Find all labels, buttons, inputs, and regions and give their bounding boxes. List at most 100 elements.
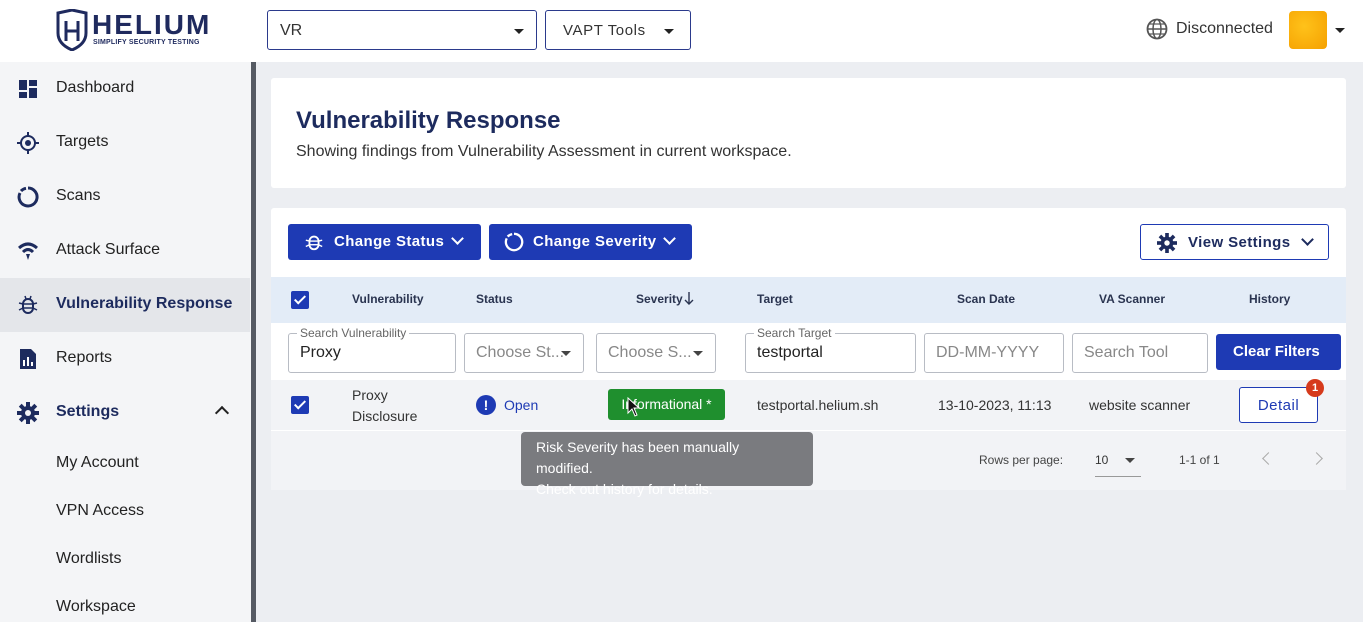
scans-icon bbox=[17, 186, 39, 208]
caret-down-icon bbox=[561, 351, 571, 356]
field-label: Search Target bbox=[754, 326, 835, 340]
page-subtitle: Showing findings from Vulnerability Asse… bbox=[296, 143, 792, 160]
sidebar-item-label: Vulnerability Response bbox=[56, 295, 233, 312]
field-value: testportal bbox=[757, 344, 823, 361]
dashboard-icon bbox=[19, 80, 37, 98]
sidebar-item-label: Wordlists bbox=[56, 550, 122, 567]
rows-per-page-select[interactable]: 10 bbox=[1095, 445, 1141, 477]
vapt-tools-label: VAPT Tools bbox=[563, 22, 646, 39]
change-status-button[interactable]: Change Status bbox=[288, 224, 481, 260]
severity-tooltip: Risk Severity has been manually modified… bbox=[521, 432, 813, 497]
vapt-tools-menu[interactable]: VAPT Tools bbox=[545, 10, 691, 50]
search-tool-field[interactable]: Search Tool bbox=[1072, 333, 1208, 373]
shield-logo-icon bbox=[56, 9, 88, 51]
sort-descending-icon[interactable] bbox=[684, 292, 694, 305]
column-header-scan-date[interactable]: Scan Date bbox=[957, 292, 1015, 306]
reports-icon bbox=[20, 349, 36, 369]
change-severity-button[interactable]: Change Severity bbox=[489, 224, 692, 260]
sidebar-subitem-vpn-access[interactable]: VPN Access bbox=[0, 488, 250, 536]
rows-per-page-label: Rows per page: bbox=[979, 453, 1064, 467]
severity-badge[interactable]: Informational * bbox=[608, 389, 725, 420]
next-page-icon[interactable] bbox=[1310, 452, 1323, 465]
column-header-target[interactable]: Target bbox=[757, 292, 793, 306]
search-target-field[interactable]: Search Target testportal bbox=[745, 326, 916, 373]
status-filter-select[interactable]: Choose St... bbox=[464, 333, 584, 373]
caret-down-icon bbox=[514, 29, 524, 34]
scan-date-value: 13-10-2023, 11:13 bbox=[938, 397, 1052, 413]
clear-filters-button[interactable]: Clear Filters bbox=[1216, 334, 1341, 370]
select-all-checkbox[interactable] bbox=[291, 291, 309, 309]
sidebar-item-scans[interactable]: Scans bbox=[0, 170, 250, 224]
chevron-down-icon bbox=[1301, 233, 1314, 246]
connection-label: Disconnected bbox=[1176, 20, 1273, 37]
row-checkbox[interactable] bbox=[291, 396, 309, 414]
sidebar-item-label: Settings bbox=[56, 403, 120, 420]
detail-button[interactable]: Detail bbox=[1239, 387, 1318, 423]
severity-filter-select[interactable]: Choose S... bbox=[596, 333, 716, 373]
rows-per-page-value: 10 bbox=[1095, 453, 1109, 467]
chevron-down-icon bbox=[451, 232, 464, 245]
field-placeholder: Search Tool bbox=[1084, 344, 1169, 361]
column-header-va-scanner[interactable]: VA Scanner bbox=[1099, 292, 1165, 306]
column-header-vulnerability[interactable]: Vulnerability bbox=[352, 292, 424, 306]
sidebar-item-settings[interactable]: Settings bbox=[0, 386, 250, 440]
gear-icon bbox=[1157, 233, 1177, 253]
sidebar-item-label: Reports bbox=[56, 349, 113, 366]
status-value[interactable]: Open bbox=[504, 397, 538, 413]
top-bar: HELIUM SIMPLIFY SECURITY TESTING VR VAPT… bbox=[0, 0, 1363, 62]
sidebar-subitem-wordlists[interactable]: Wordlists bbox=[0, 536, 250, 584]
user-avatar[interactable] bbox=[1289, 11, 1327, 49]
sidebar-item-label: Targets bbox=[56, 133, 109, 150]
field-label: Search Vulnerability bbox=[297, 326, 410, 340]
caret-down-icon bbox=[664, 29, 674, 34]
workspace-select[interactable]: VR bbox=[267, 10, 537, 50]
scan-date-field[interactable]: DD-MM-YYYY bbox=[924, 333, 1064, 373]
sidebar-item-vulnerability-response[interactable]: Vulnerability Response bbox=[0, 278, 250, 332]
helium-logo[interactable]: HELIUM SIMPLIFY SECURITY TESTING bbox=[56, 9, 221, 53]
sidebar-item-targets[interactable]: Targets bbox=[0, 116, 250, 170]
field-placeholder: Choose S... bbox=[608, 344, 692, 361]
history-count-badge: 1 bbox=[1306, 379, 1324, 397]
workspace-value: VR bbox=[280, 22, 303, 39]
field-placeholder: Choose St... bbox=[476, 344, 565, 361]
account-menu-caret-icon[interactable] bbox=[1335, 28, 1345, 33]
scanner-value: website scanner bbox=[1089, 397, 1191, 413]
page-header-card: Vulnerability Response Showing findings … bbox=[271, 78, 1346, 188]
field-value: Proxy bbox=[300, 344, 341, 361]
tooltip-line: Risk Severity has been manually modified… bbox=[536, 439, 740, 476]
globe-icon bbox=[1146, 18, 1168, 40]
vulnerability-name[interactable]: Proxy Disclosure bbox=[352, 385, 432, 427]
change-status-label: Change Status bbox=[334, 233, 445, 250]
column-header-status[interactable]: Status bbox=[476, 292, 513, 306]
chevron-up-icon[interactable] bbox=[214, 405, 230, 421]
caret-down-icon bbox=[1125, 458, 1135, 463]
sidebar-item-label: Workspace bbox=[56, 598, 136, 615]
table-header: Vulnerability Status Severity Target Sca… bbox=[271, 277, 1346, 323]
sidebar-item-label: My Account bbox=[56, 454, 139, 471]
pagination-range: 1-1 of 1 bbox=[1179, 453, 1220, 467]
target-icon bbox=[17, 132, 39, 154]
alert-icon: ! bbox=[476, 395, 496, 415]
attack-surface-icon bbox=[18, 242, 38, 260]
field-placeholder: DD-MM-YYYY bbox=[936, 344, 1040, 361]
view-settings-button[interactable]: View Settings bbox=[1140, 224, 1329, 260]
sidebar-scrollbar[interactable] bbox=[251, 62, 256, 622]
sidebar-subitem-my-account[interactable]: My Account bbox=[0, 440, 250, 488]
detail-label: Detail bbox=[1257, 397, 1300, 414]
chevron-down-icon bbox=[663, 232, 676, 245]
sidebar-item-label: Attack Surface bbox=[56, 241, 161, 258]
sidebar-subitem-workspace[interactable]: Workspace bbox=[0, 584, 250, 622]
sidebar-item-label: Scans bbox=[56, 187, 101, 204]
column-header-severity[interactable]: Severity bbox=[636, 292, 683, 306]
previous-page-icon[interactable] bbox=[1262, 452, 1275, 465]
sidebar-item-reports[interactable]: Reports bbox=[0, 332, 250, 386]
caret-down-icon bbox=[693, 351, 703, 356]
bug-icon bbox=[305, 235, 323, 251]
target-value: testportal.helium.sh bbox=[757, 397, 879, 413]
table-row[interactable]: Proxy Disclosure ! Open Informational * … bbox=[271, 379, 1346, 430]
gear-icon bbox=[17, 402, 39, 424]
sidebar-item-attack-surface[interactable]: Attack Surface bbox=[0, 224, 250, 278]
sidebar-item-dashboard[interactable]: Dashboard bbox=[0, 62, 250, 116]
page-title: Vulnerability Response bbox=[296, 107, 561, 134]
search-vulnerability-field[interactable]: Search Vulnerability Proxy bbox=[288, 326, 456, 373]
